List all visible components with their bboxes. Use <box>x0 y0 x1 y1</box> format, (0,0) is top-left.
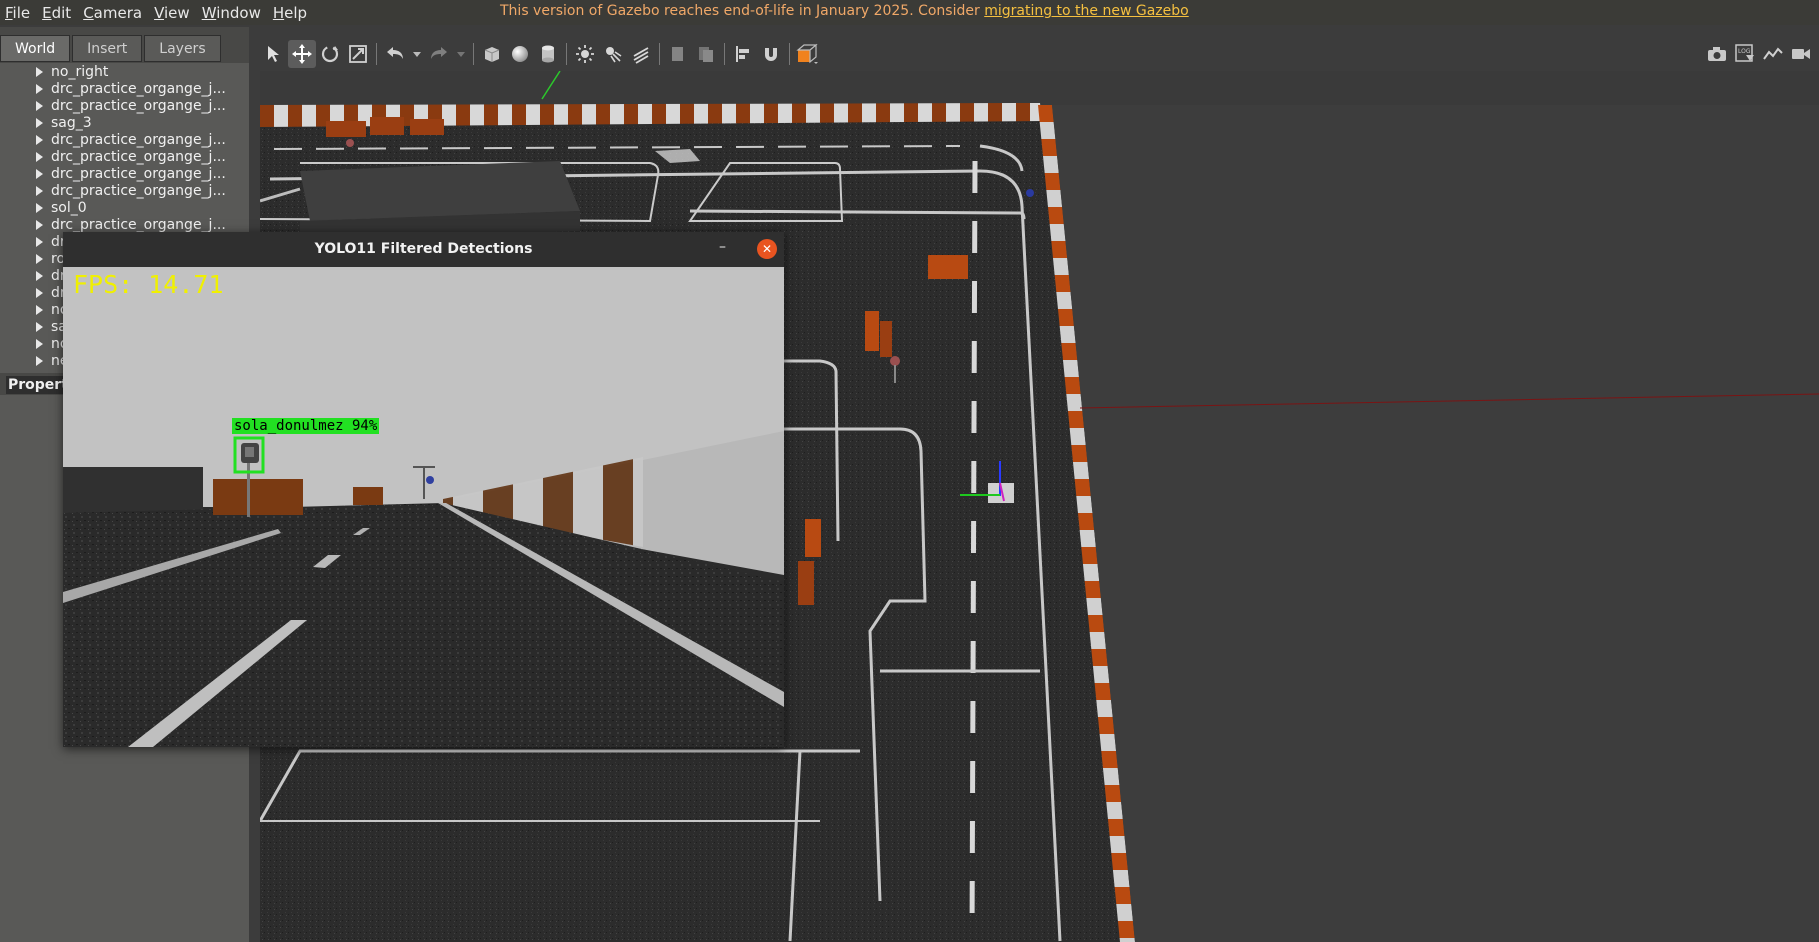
expand-arrow-icon[interactable] <box>36 134 43 145</box>
tree-item[interactable]: drc_practice_organge_j... <box>0 97 249 114</box>
menu-edit[interactable]: Edit <box>40 4 78 22</box>
menu-view[interactable]: View <box>152 4 197 22</box>
toolbar-separator <box>376 42 377 65</box>
align-icon[interactable] <box>729 40 757 68</box>
tree-item-label: drc_practice_organge_j... <box>51 131 226 148</box>
view-angle-icon[interactable] <box>794 40 822 68</box>
redo-history-dropdown-icon[interactable] <box>453 40 469 68</box>
expand-arrow-icon[interactable] <box>36 219 43 230</box>
detection-window-title: YOLO11 Filtered Detections <box>314 241 533 257</box>
tree-item-label: no_right <box>51 63 109 80</box>
tree-item-label: sol_0 <box>51 199 87 216</box>
tree-item-label: drc_practice_organge_j... <box>51 182 226 199</box>
expand-arrow-icon[interactable] <box>36 66 43 77</box>
tree-item[interactable]: drc_practice_organge_j... <box>0 148 249 165</box>
toolbar-separator <box>724 42 725 65</box>
scale-icon[interactable] <box>344 40 372 68</box>
point-light-icon[interactable] <box>571 40 599 68</box>
sphere-icon[interactable] <box>506 40 534 68</box>
select-arrow-icon[interactable] <box>260 40 288 68</box>
box-icon[interactable] <box>478 40 506 68</box>
tab-insert[interactable]: Insert <box>72 35 143 62</box>
eol-notice: This version of Gazebo reaches end-of-li… <box>500 3 1189 19</box>
tree-item[interactable]: drc_practice_organge_j... <box>0 80 249 97</box>
directional-light-icon[interactable] <box>627 40 655 68</box>
snap-icon[interactable] <box>757 40 785 68</box>
fps-label: FPS: 14.71 <box>73 270 224 299</box>
menu-bar: File Edit Camera View Window Help This v… <box>0 0 1819 25</box>
tree-item[interactable]: sol_0 <box>0 199 249 216</box>
expand-arrow-icon[interactable] <box>36 355 43 366</box>
tree-item[interactable]: sag_3 <box>0 114 249 131</box>
menu-help[interactable]: Help <box>271 4 314 22</box>
tree-item[interactable]: drc_practice_organge_j... <box>0 165 249 182</box>
expand-arrow-icon[interactable] <box>36 253 43 264</box>
video-record-icon[interactable] <box>1787 40 1815 68</box>
tree-item[interactable]: no_right <box>0 63 249 80</box>
tree-item[interactable]: drc_practice_organge_j... <box>0 131 249 148</box>
copy-icon[interactable] <box>664 40 692 68</box>
tree-item-label: drc_practice_organge_j... <box>51 148 226 165</box>
tree-item-label: drc_practice_organge_j... <box>51 80 226 97</box>
close-icon[interactable]: ✕ <box>757 239 777 259</box>
minimize-icon[interactable]: – <box>719 239 726 255</box>
undo-history-dropdown-icon[interactable] <box>409 40 425 68</box>
expand-arrow-icon[interactable] <box>36 287 43 298</box>
expand-arrow-icon[interactable] <box>36 83 43 94</box>
toolbar-separator <box>659 42 660 65</box>
tab-layers[interactable]: Layers <box>144 35 221 62</box>
svg-text:LOG: LOG <box>1738 48 1751 55</box>
redo-icon[interactable] <box>425 40 453 68</box>
tree-item[interactable]: drc_practice_organge_j... <box>0 182 249 199</box>
tab-world[interactable]: World <box>0 35 71 62</box>
tree-item-label: drc_practice_organge_j... <box>51 97 226 114</box>
tree-item-label: sag_3 <box>51 114 92 131</box>
detection-window-titlebar[interactable]: YOLO11 Filtered Detections – ✕ <box>63 232 784 267</box>
expand-arrow-icon[interactable] <box>36 151 43 162</box>
detection-window[interactable]: YOLO11 Filtered Detections – ✕ FPS: 14.7… <box>63 232 784 747</box>
cylinder-icon[interactable] <box>534 40 562 68</box>
menu-file[interactable]: File <box>3 4 37 22</box>
expand-arrow-icon[interactable] <box>36 270 43 281</box>
translate-icon[interactable] <box>288 39 316 68</box>
menu-window[interactable]: Window <box>200 4 268 22</box>
expand-arrow-icon[interactable] <box>36 304 43 315</box>
spot-light-icon[interactable] <box>599 40 627 68</box>
expand-arrow-icon[interactable] <box>36 185 43 196</box>
expand-arrow-icon[interactable] <box>36 236 43 247</box>
toolbar: LOG <box>260 36 1819 71</box>
expand-arrow-icon[interactable] <box>36 117 43 128</box>
tree-item[interactable]: drc_practice_organge_j... <box>0 216 249 233</box>
plot-icon[interactable] <box>1759 40 1787 68</box>
log-icon[interactable]: LOG <box>1731 40 1759 68</box>
camera-feed: FPS: 14.71 sola_donulmez 94% <box>63 267 784 747</box>
expand-arrow-icon[interactable] <box>36 100 43 111</box>
eol-text: This version of Gazebo reaches end-of-li… <box>500 3 985 19</box>
expand-arrow-icon[interactable] <box>36 168 43 179</box>
toolbar-separator <box>473 42 474 65</box>
panel-tabs: World Insert Layers <box>0 35 223 62</box>
camera-feed-render <box>63 267 784 747</box>
menu-camera[interactable]: Camera <box>81 4 149 22</box>
migrate-link[interactable]: migrating to the new Gazebo <box>984 3 1189 19</box>
expand-arrow-icon[interactable] <box>36 321 43 332</box>
toolbar-separator <box>566 42 567 65</box>
rotate-icon[interactable] <box>316 40 344 68</box>
detection-label: sola_donulmez 94% <box>232 418 380 434</box>
tree-item-label: drc_practice_organge_j... <box>51 165 226 182</box>
toolbar-separator <box>789 42 790 65</box>
tree-item-label: drc_practice_organge_j... <box>51 216 226 233</box>
expand-arrow-icon[interactable] <box>36 338 43 349</box>
expand-arrow-icon[interactable] <box>36 202 43 213</box>
undo-icon[interactable] <box>381 40 409 68</box>
paste-icon[interactable] <box>692 40 720 68</box>
camera-screenshot-icon[interactable] <box>1703 40 1731 68</box>
toolbar-right: LOG <box>1703 36 1815 71</box>
